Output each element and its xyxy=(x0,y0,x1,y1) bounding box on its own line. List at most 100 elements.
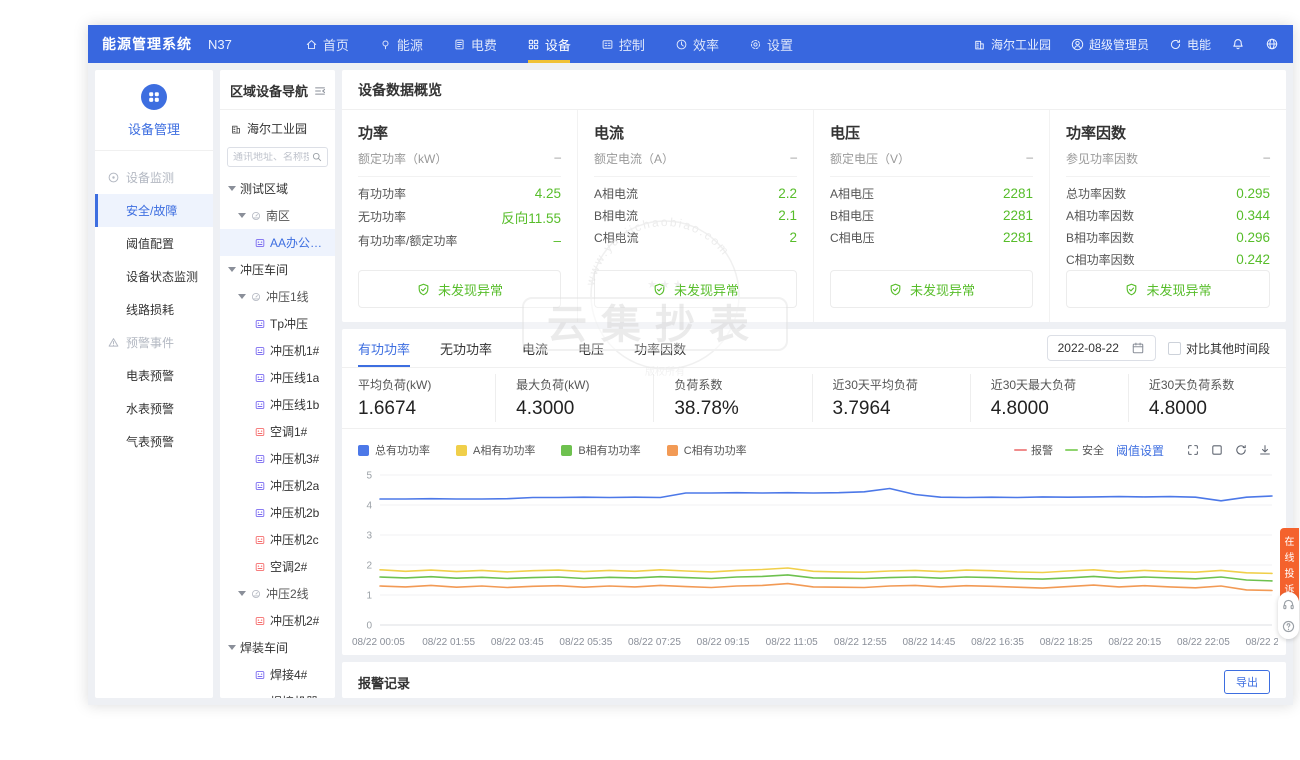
export-button[interactable]: 导出 xyxy=(1224,670,1270,694)
nav-item-能源[interactable]: 能源 xyxy=(364,25,438,63)
legend-总有功功率[interactable]: 总有功功率 xyxy=(358,442,430,458)
caret-down-icon[interactable] xyxy=(228,645,236,650)
settings-icon xyxy=(749,38,762,51)
tree-node-冲压2线[interactable]: 冲压2线 xyxy=(220,580,335,607)
box-tool-icon[interactable] xyxy=(1210,443,1224,457)
caret-down-icon[interactable] xyxy=(228,186,236,191)
tree-node-冲压线1b[interactable]: 冲压线1b xyxy=(220,391,335,418)
tree-node-焊接4#[interactable]: 焊接4# xyxy=(220,661,335,688)
tree-node-冲压机1#[interactable]: 冲压机1# xyxy=(220,337,335,364)
svg-text:3: 3 xyxy=(366,531,372,542)
question-float-button[interactable] xyxy=(1281,619,1296,634)
tree-node-焊接机器人C5[interactable]: 焊接机器人C5 xyxy=(220,688,335,698)
navright-电能[interactable]: 电能 xyxy=(1169,36,1211,53)
tab-电压[interactable]: 电压 xyxy=(578,329,604,367)
sidebar-item-阈值配置[interactable]: 阈值配置 xyxy=(95,227,213,260)
devbox-icon xyxy=(254,615,266,627)
trend-tabs-row: 有功功率无功功率电流电压功率因数 2022-08-22 对比其他时间段 xyxy=(342,329,1286,368)
caret-down-icon[interactable] xyxy=(238,294,246,299)
sidebar-item-气表预警[interactable]: 气表预警 xyxy=(95,425,213,458)
nav-item-效率[interactable]: 效率 xyxy=(660,25,734,63)
tree-node-焊装车间[interactable]: 焊装车间 xyxy=(220,634,335,661)
compare-toggle[interactable]: 对比其他时间段 xyxy=(1168,340,1270,357)
nav-item-控制[interactable]: 控制 xyxy=(586,25,660,63)
legend-A相有功功率[interactable]: A相有功功率 xyxy=(456,442,535,458)
search-icon xyxy=(311,151,323,163)
svg-text:08/22 20:15: 08/22 20:15 xyxy=(1108,637,1161,648)
panel-title: 功率 xyxy=(358,122,561,143)
tree-node-冲压车间[interactable]: 冲压车间 xyxy=(220,256,335,283)
svg-text:08/22 05:35: 08/22 05:35 xyxy=(559,637,612,648)
tree-node-南区[interactable]: 南区 xyxy=(220,202,335,229)
sidebar-item-线路损耗[interactable]: 线路损耗 xyxy=(95,293,213,326)
download-icon xyxy=(1258,443,1272,457)
tree-node-冲压机2a[interactable]: 冲压机2a xyxy=(220,472,335,499)
search-input[interactable] xyxy=(233,152,309,163)
tab-有功功率[interactable]: 有功功率 xyxy=(358,329,410,367)
sidebar-item-设备状态监测[interactable]: 设备状态监测 xyxy=(95,260,213,293)
panel-title: 功率因数 xyxy=(1066,122,1270,143)
bell-icon xyxy=(1231,37,1245,51)
nav-item-设置[interactable]: 设置 xyxy=(734,25,808,63)
tab-无功功率[interactable]: 无功功率 xyxy=(440,329,492,367)
tree-node-冲压1线[interactable]: 冲压1线 xyxy=(220,283,335,310)
caret-down-icon[interactable] xyxy=(228,267,236,272)
trend-card: 有功功率无功功率电流电压功率因数 2022-08-22 对比其他时间段 xyxy=(342,329,1286,655)
tab-电流[interactable]: 电流 xyxy=(522,329,548,367)
overview-panel-功率因数: 功率因数参见功率因数–总功率因数0.295A相功率因数0.344B相功率因数0.… xyxy=(1050,110,1286,322)
search-icon[interactable] xyxy=(311,151,323,163)
tree-node-Tp冲压[interactable]: Tp冲压 xyxy=(220,310,335,337)
svg-text:08/22 11:05: 08/22 11:05 xyxy=(766,637,819,648)
tree-node-冲压机2#[interactable]: 冲压机2# xyxy=(220,607,335,634)
no-anomaly-button[interactable]: 未发现异常 xyxy=(358,270,561,308)
panel-metric-row: 总功率因数0.295 xyxy=(1066,182,1270,204)
caret-down-icon[interactable] xyxy=(238,591,246,596)
tree-node-冲压机3#[interactable]: 冲压机3# xyxy=(220,445,335,472)
bell-button[interactable] xyxy=(1231,37,1245,51)
globe-button[interactable] xyxy=(1265,37,1279,51)
no-anomaly-button[interactable]: 未发现异常 xyxy=(1066,270,1270,308)
nav-item-电费[interactable]: 电费 xyxy=(438,25,512,63)
svg-text:08/22 16:35: 08/22 16:35 xyxy=(971,637,1024,648)
threshold-报警: 报警 xyxy=(1014,442,1053,458)
caret-down-icon[interactable] xyxy=(238,213,246,218)
sidebar-menu: 设备监测安全/故障阈值配置设备状态监测线路损耗预警事件电表预警水表预警气表预警 xyxy=(95,151,213,468)
no-anomaly-button[interactable]: 未发现异常 xyxy=(594,270,797,308)
tab-功率因数[interactable]: 功率因数 xyxy=(634,329,686,367)
tree-node-冲压机2b[interactable]: 冲压机2b xyxy=(220,499,335,526)
tree-node-AA办公楼照明...[interactable]: AA办公楼照明... xyxy=(220,229,335,256)
sidebar-item-水表预警[interactable]: 水表预警 xyxy=(95,392,213,425)
sidebar-item-安全/故障[interactable]: 安全/故障 xyxy=(95,194,213,227)
navright-海尔工业园[interactable]: 海尔工业园 xyxy=(973,36,1051,53)
tree-header: 区域设备导航 xyxy=(220,70,335,110)
tree-node-冲压机2c[interactable]: 冲压机2c xyxy=(220,526,335,553)
nav-item-设备[interactable]: 设备 xyxy=(512,25,586,63)
online-complaint-tab[interactable]: 在线投诉 xyxy=(1280,528,1299,601)
tree-node-测试区域[interactable]: 测试区域 xyxy=(220,175,335,202)
tree-node-冲压线1a[interactable]: 冲压线1a xyxy=(220,364,335,391)
tree-site-row[interactable]: 海尔工业园 xyxy=(220,110,335,141)
date-picker[interactable]: 2022-08-22 xyxy=(1047,335,1156,361)
threshold-settings-link[interactable]: 阈值设置 xyxy=(1116,442,1164,459)
app-body: 设备管理 设备监测安全/故障阈值配置设备状态监测线路损耗预警事件电表预警水表预警… xyxy=(88,63,1293,705)
headset-float-button[interactable] xyxy=(1281,597,1296,612)
frame-tool-icon[interactable] xyxy=(1186,443,1200,457)
svg-text:08/22 18:25: 08/22 18:25 xyxy=(1040,637,1093,648)
legend-C相有功功率[interactable]: C相有功功率 xyxy=(667,442,747,458)
building-icon xyxy=(973,38,986,51)
no-anomaly-button[interactable]: 未发现异常 xyxy=(830,270,1033,308)
collapse-icon[interactable] xyxy=(313,84,327,98)
building-icon xyxy=(230,123,242,135)
sidebar-item-电表预警[interactable]: 电表预警 xyxy=(95,359,213,392)
page: 能源管理系统 N37 首页能源电费设备控制效率设置 海尔工业园超级管理员电能 设… xyxy=(0,0,1300,760)
nav-item-首页[interactable]: 首页 xyxy=(290,25,364,63)
legend-B相有功功率[interactable]: B相有功功率 xyxy=(561,442,640,458)
tree-node-空调1#[interactable]: 空调1# xyxy=(220,418,335,445)
compare-checkbox[interactable] xyxy=(1168,342,1181,355)
download-tool-icon[interactable] xyxy=(1258,443,1272,457)
refresh2-tool-icon[interactable] xyxy=(1234,443,1248,457)
navright-超级管理员[interactable]: 超级管理员 xyxy=(1071,36,1149,53)
tree-node-空调2#[interactable]: 空调2# xyxy=(220,553,335,580)
devbox-icon xyxy=(254,372,266,384)
shield-icon xyxy=(416,282,431,297)
